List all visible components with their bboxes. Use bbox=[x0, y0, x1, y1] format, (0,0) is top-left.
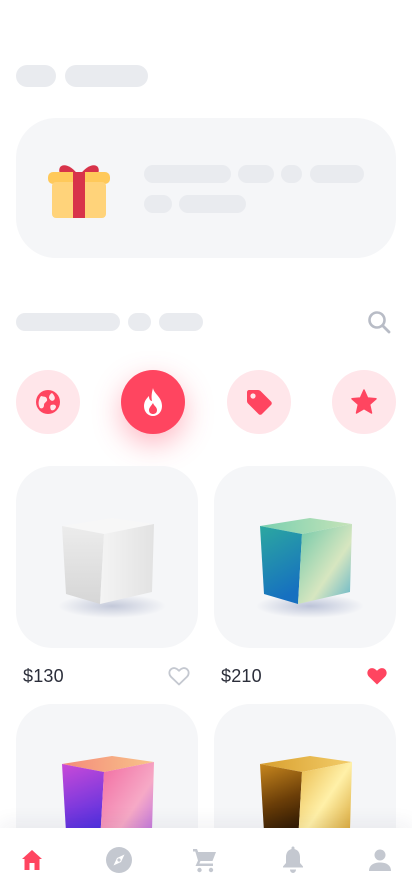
product-card[interactable] bbox=[16, 466, 198, 648]
bottom-nav bbox=[0, 828, 412, 892]
promo-placeholder bbox=[238, 165, 274, 183]
globe-icon bbox=[36, 390, 60, 414]
nav-home[interactable] bbox=[18, 846, 46, 874]
header-placeholder-short bbox=[16, 65, 56, 87]
product-price: $130 bbox=[23, 666, 64, 686]
header-placeholder-long bbox=[65, 65, 148, 87]
promo-placeholder bbox=[144, 165, 231, 183]
gift-icon bbox=[48, 165, 110, 218]
section-placeholder bbox=[128, 313, 151, 331]
category-deals[interactable] bbox=[227, 370, 291, 434]
category-hot[interactable] bbox=[121, 370, 185, 434]
product-price: $210 bbox=[221, 666, 262, 686]
teal-gradient-cube bbox=[256, 518, 364, 618]
compass-icon bbox=[106, 847, 132, 873]
promo-placeholder bbox=[144, 195, 172, 213]
promo-placeholder bbox=[310, 165, 364, 183]
white-cube bbox=[58, 518, 166, 618]
section-placeholder bbox=[159, 313, 203, 331]
category-favorites[interactable] bbox=[332, 370, 396, 434]
cart-icon bbox=[193, 849, 216, 873]
nav-notifications[interactable] bbox=[279, 846, 307, 874]
bell-icon bbox=[283, 846, 303, 873]
star-icon bbox=[351, 389, 377, 414]
user-icon bbox=[369, 849, 391, 871]
nav-profile[interactable] bbox=[366, 846, 394, 874]
nav-explore[interactable] bbox=[105, 846, 133, 874]
fire-icon bbox=[144, 388, 162, 416]
search-icon[interactable] bbox=[366, 309, 392, 335]
section-placeholder bbox=[16, 313, 120, 331]
promo-placeholder bbox=[179, 195, 246, 213]
product-card[interactable] bbox=[214, 466, 396, 648]
tag-icon bbox=[247, 390, 272, 415]
nav-cart[interactable] bbox=[191, 846, 219, 874]
promo-card[interactable] bbox=[16, 118, 396, 258]
heart-outline-icon[interactable] bbox=[167, 664, 191, 688]
home-icon bbox=[22, 850, 42, 870]
promo-placeholder bbox=[281, 165, 302, 183]
heart-filled-icon[interactable] bbox=[365, 664, 389, 688]
category-globe[interactable] bbox=[16, 370, 80, 434]
